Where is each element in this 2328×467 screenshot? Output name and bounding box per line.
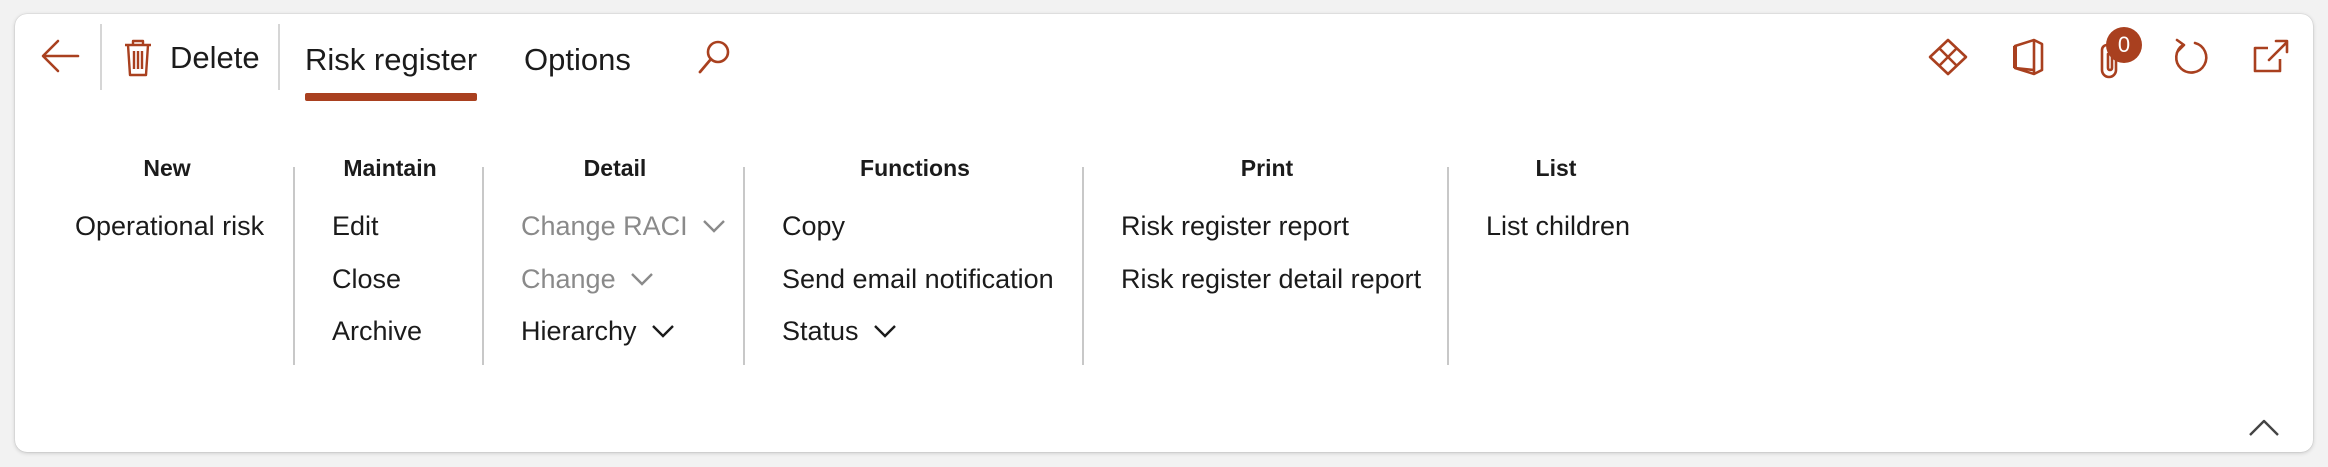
copy-button[interactable]: Copy: [782, 209, 845, 243]
group-list-heading: List: [1535, 155, 1577, 181]
refresh-icon: [2174, 38, 2208, 74]
hierarchy-label: Hierarchy: [521, 316, 637, 346]
group-maintain-heading: Maintain: [343, 155, 437, 181]
risk-register-detail-report-button[interactable]: Risk register detail report: [1121, 262, 1421, 296]
chevron-down-icon: [702, 207, 726, 241]
chevron-down-icon: [651, 312, 675, 346]
search-icon: [698, 40, 730, 74]
change-raci-label: Change RACI: [521, 211, 688, 241]
operational-risk-button[interactable]: Operational risk: [75, 209, 264, 243]
delete-label: Delete: [170, 40, 260, 75]
change-label: Change: [521, 264, 616, 294]
group-divider: [293, 167, 295, 365]
chevron-down-icon: [873, 312, 897, 346]
office-button[interactable]: [2012, 38, 2046, 76]
open-new-window-icon: [2253, 39, 2289, 73]
status-dropdown[interactable]: Status: [782, 314, 897, 350]
group-detail-heading: Detail: [583, 155, 647, 181]
group-divider: [743, 167, 745, 365]
delete-button[interactable]: Delete: [122, 38, 262, 82]
chevron-down-icon: [630, 260, 654, 294]
back-button[interactable]: [38, 36, 82, 76]
collapse-action-pane-button[interactable]: [2248, 418, 2280, 438]
send-email-notification-button[interactable]: Send email notification: [782, 262, 1054, 296]
open-new-window-button[interactable]: [2252, 38, 2290, 74]
group-functions-heading: Functions: [860, 155, 970, 181]
change-raci-dropdown[interactable]: Change RACI: [521, 209, 726, 245]
power-apps-icon: [1928, 38, 1968, 76]
risk-register-report-button[interactable]: Risk register report: [1121, 209, 1349, 243]
close-button[interactable]: Close: [332, 262, 401, 296]
power-apps-button[interactable]: [1928, 38, 1968, 76]
group-print-heading: Print: [1240, 155, 1294, 181]
status-label: Status: [782, 316, 859, 346]
active-tab-indicator: [305, 93, 477, 101]
toolbar-divider: [278, 24, 280, 90]
tab-options[interactable]: Options: [524, 40, 631, 80]
search-button[interactable]: [696, 38, 732, 76]
group-divider: [482, 167, 484, 365]
refresh-button[interactable]: [2170, 36, 2212, 78]
edit-button[interactable]: Edit: [332, 209, 379, 243]
group-new-heading: New: [143, 155, 191, 181]
collapse-chevron-up-icon: [2249, 419, 2279, 436]
group-divider: [1082, 167, 1084, 365]
toolbar-divider: [100, 24, 102, 90]
list-children-button[interactable]: List children: [1486, 209, 1630, 243]
office-icon: [2013, 38, 2044, 76]
trash-icon: [122, 38, 154, 78]
change-dropdown[interactable]: Change: [521, 262, 654, 298]
archive-button[interactable]: Archive: [332, 314, 422, 348]
group-divider: [1447, 167, 1449, 365]
hierarchy-dropdown[interactable]: Hierarchy: [521, 314, 675, 350]
back-arrow-icon: [41, 39, 80, 73]
tab-risk-register[interactable]: Risk register: [305, 40, 477, 80]
attachments-count-badge: 0: [2106, 27, 2142, 63]
